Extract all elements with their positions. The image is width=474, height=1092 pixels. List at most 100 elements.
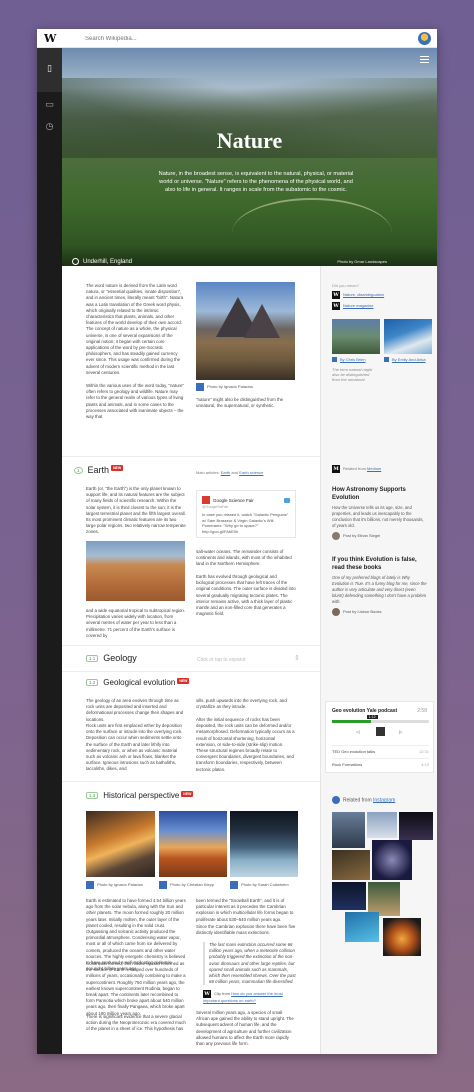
instagram-photo[interactable]: [367, 812, 397, 838]
thumb-credit[interactable]: By Chris Brien: [332, 357, 366, 363]
photo-caption[interactable]: Photo by Sarah Codwheim: [230, 881, 289, 889]
podcast-player: Geo evolution Yale podcast 2:58 1:12 ◃ ▹…: [325, 701, 434, 773]
ice-photo[interactable]: [230, 811, 298, 877]
section-divider: [62, 671, 320, 672]
document-icon[interactable]: ▯: [43, 63, 56, 76]
photo-caption[interactable]: Photo by Christian Klepp: [159, 881, 214, 889]
instagram-photo[interactable]: [399, 812, 433, 840]
wiki-icon: W: [203, 990, 211, 998]
related-label: Related from: [343, 797, 372, 804]
instagram-photo[interactable]: [345, 912, 379, 942]
google-icon: [202, 496, 210, 504]
search-input[interactable]: [85, 33, 285, 44]
instagram-photo[interactable]: [332, 850, 370, 880]
earth-paragraph-2: and a wide equatorial tropical to subtro…: [86, 608, 186, 638]
desert-photo[interactable]: [86, 541, 185, 601]
related-medium: M Related from Medium: [332, 465, 381, 473]
right-sidebar: Did you mean? W Nature, disambiguation WN…: [320, 266, 437, 1054]
podcast-progress-track[interactable]: [332, 720, 429, 723]
mountain-photo[interactable]: [196, 282, 295, 380]
section-divider: [62, 781, 320, 782]
mountain-peak: [244, 304, 280, 338]
section-number: 1.1: [86, 655, 99, 663]
hero-intro: Nature, in the broadest sense, is equiva…: [158, 171, 354, 193]
article-author: Post by Lisbon Books: [332, 608, 427, 616]
left-rail: [37, 48, 62, 1054]
geology-title: Geology: [103, 653, 137, 663]
comment-icon[interactable]: ▭: [43, 99, 56, 112]
camera-icon: [230, 881, 238, 889]
instagram-photo[interactable]: [332, 882, 366, 910]
track-name: TED Geo evolution talks: [332, 749, 376, 754]
section-divider: [62, 456, 320, 457]
photo-caption-text: Photo by Christian Klepp: [170, 882, 215, 888]
rewind-icon[interactable]: ◃: [356, 728, 360, 736]
article-title: How Astronomy Supports Evolution: [332, 487, 406, 501]
earth-paragraph-1: Earth (or, "the Earth") is the only plan…: [86, 486, 186, 535]
instagram-photo[interactable]: [372, 840, 412, 880]
section-divider: [62, 645, 320, 646]
spring-photo[interactable]: [159, 811, 227, 877]
hero-location[interactable]: Underhill, England: [72, 258, 132, 265]
magazine-link[interactable]: W Nature magazine: [332, 302, 373, 310]
geoevo-heading: 1.2 Geological evolution NEW: [86, 678, 190, 687]
intro-paragraph-1: The word nature is derived from the Lati…: [86, 283, 184, 375]
instagram-photo[interactable]: [368, 882, 400, 916]
expand-hint[interactable]: Click or tap to expand: [197, 657, 245, 663]
thumb-credit[interactable]: By Emily And Anka: [384, 357, 426, 363]
section-number: 1.2: [86, 679, 99, 687]
expand-chevron-icon[interactable]: ⇕: [294, 654, 300, 662]
menu-icon[interactable]: [420, 56, 429, 63]
did-you-mean: Did you mean?: [332, 283, 359, 288]
hero-credit[interactable]: Photo by Gmar Landscapes: [337, 259, 387, 264]
article-summary: One of my preferred blogs of lately is W…: [332, 575, 427, 604]
tweet-handle: @GoogleSciFair: [202, 505, 229, 509]
forward-icon[interactable]: ▹: [399, 728, 403, 736]
geoevo-paragraph-3: sills, push upwards into the overlying r…: [196, 698, 287, 710]
medium-article-1[interactable]: How Astronomy Supports Evolution How the…: [332, 486, 427, 540]
hero-location-label: Underhill, England: [83, 259, 133, 266]
video-clip[interactable]: W Clip from How do you answer the most im…: [203, 990, 297, 1004]
thumb-photo[interactable]: [332, 319, 380, 354]
podcast-duration: 2:58: [417, 708, 427, 714]
historical-paragraph-3: There is significant evidence that a sev…: [86, 1014, 186, 1032]
magazine-link-label: Nature magazine: [343, 303, 374, 309]
avatar[interactable]: [418, 32, 431, 45]
podcast-track[interactable]: TED Geo evolution talks 12:31: [332, 745, 429, 754]
thumb-photo[interactable]: [384, 319, 432, 354]
instagram-photo[interactable]: [332, 812, 365, 848]
track-time: 4:19: [421, 762, 429, 767]
medium-article-2[interactable]: If you think Evolution is false, read th…: [332, 556, 427, 616]
thumb-caption: The term natural might also be distingui…: [332, 367, 373, 382]
geology-heading[interactable]: 1.1 Geology: [86, 653, 137, 663]
historical-quote: The last mass extinction occurred some 6…: [203, 942, 298, 986]
photo-caption-text: Photo by Ignacio Palacios: [97, 882, 144, 888]
historical-paragraph-6: Several million years ago, a species of …: [196, 1010, 294, 1047]
photo-caption-text: Photo by Sarah Codwheim: [241, 882, 289, 888]
instagram-photo[interactable]: [383, 918, 421, 956]
instagram-link[interactable]: Instagram: [373, 797, 395, 803]
clip-label: Clip from: [214, 991, 231, 997]
new-badge: NEW: [111, 465, 124, 471]
play-pause-icon[interactable]: [376, 727, 385, 736]
historical-title: Historical perspective: [103, 791, 180, 800]
canyon-photo[interactable]: [86, 811, 155, 877]
main-article-link[interactable]: Earth science: [239, 470, 263, 475]
earth-paragraph-4: Earth has evolved through geological and…: [196, 574, 296, 617]
podcast-progress-fill: [332, 720, 371, 723]
twitter-icon[interactable]: [284, 497, 290, 503]
disambiguation-link[interactable]: W Nature, disambiguation: [332, 291, 384, 299]
historical-heading: 1.3 Historical perspective NEW: [86, 791, 194, 800]
main-article-link[interactable]: Earth: [221, 470, 231, 475]
history-icon[interactable]: ◷: [43, 121, 56, 134]
photo-caption-text[interactable]: Photo by Ignacio Palacios: [207, 384, 253, 389]
wiki-icon: W: [332, 302, 340, 310]
tweet-text: In case you missed it, watch "Galactic P…: [202, 512, 289, 534]
podcast-track[interactable]: Rock Formations 4:19: [332, 758, 429, 767]
podcast-title: Geo evolution Yale podcast: [332, 708, 398, 714]
photo-caption[interactable]: Photo by Ignacio Palacios: [86, 881, 143, 889]
disambiguation-link-label: Nature, disambiguation: [343, 292, 385, 298]
medium-link[interactable]: Medium: [367, 466, 381, 471]
tweet-card[interactable]: Google Science Fair @GoogleSciFair In ca…: [196, 490, 296, 538]
wikipedia-logo[interactable]: W: [44, 32, 56, 45]
